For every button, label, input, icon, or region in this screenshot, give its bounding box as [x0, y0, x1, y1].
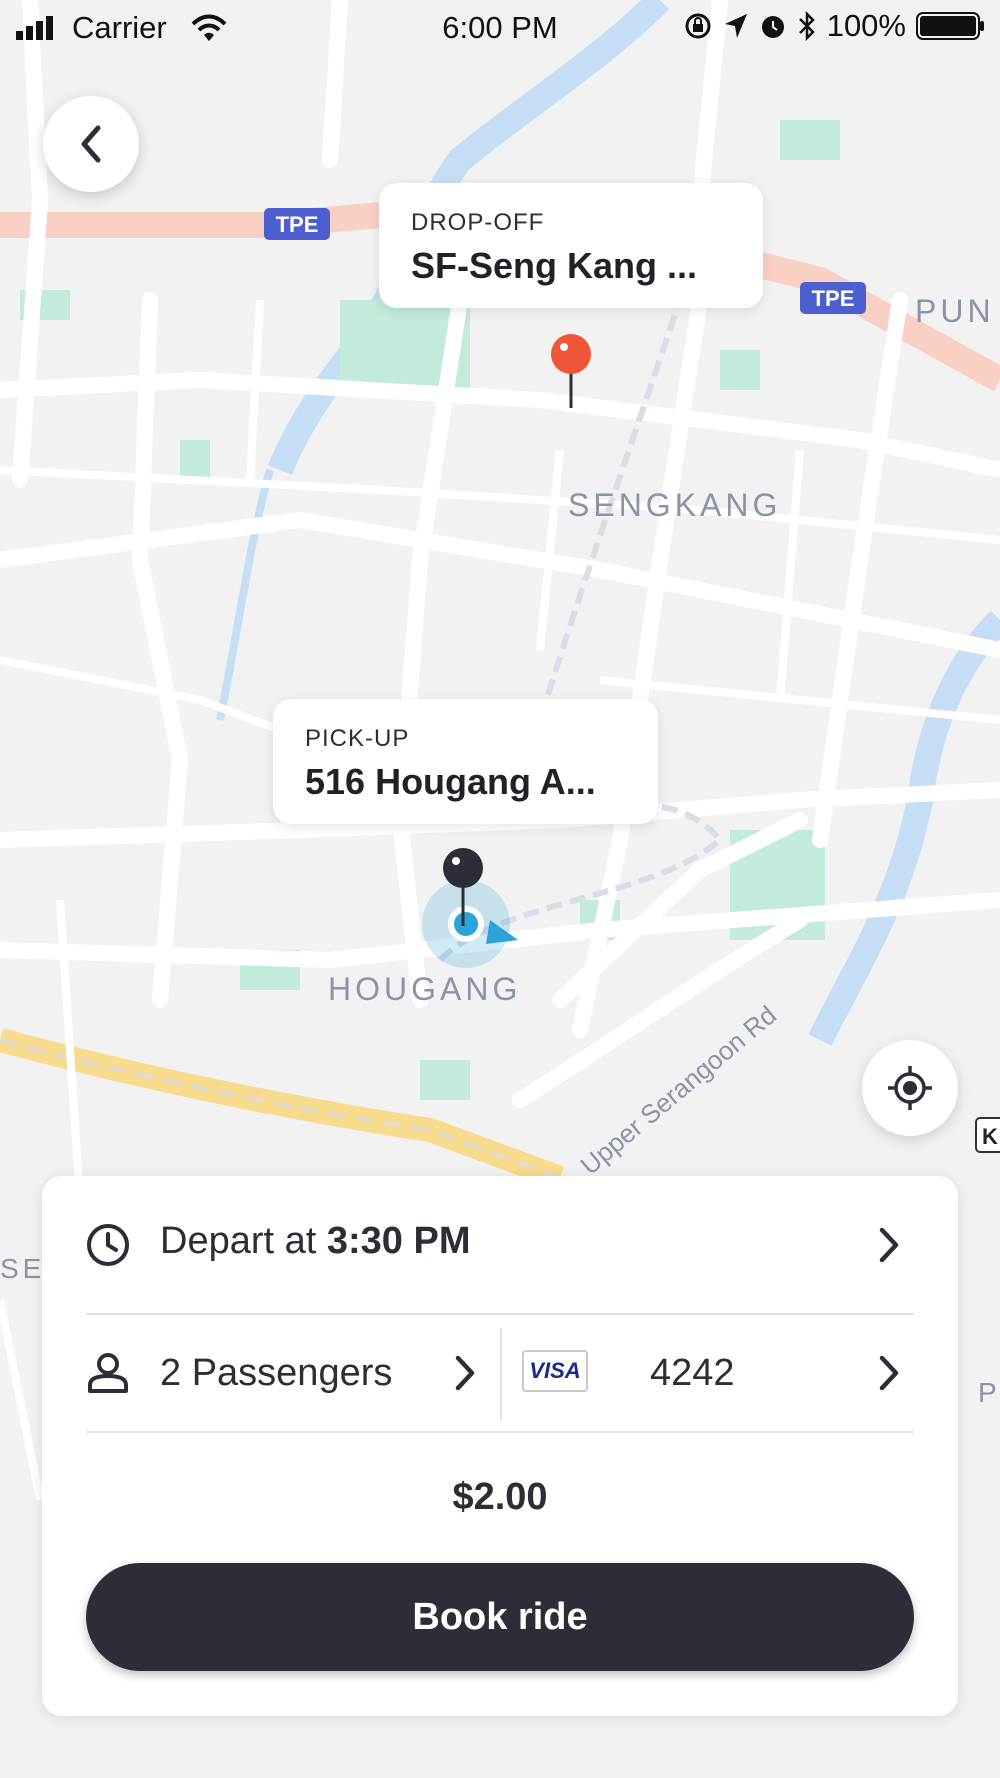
chevron-left-icon	[81, 125, 101, 163]
map-label-edge: SE	[0, 1253, 45, 1284]
expressway-badge: TPE	[264, 208, 330, 240]
depart-prefix: Depart at	[160, 1220, 317, 1262]
payment-selector[interactable]: VISA 4242	[502, 1314, 958, 1432]
person-icon	[88, 1353, 128, 1393]
map-label-pun: PUN	[915, 293, 995, 329]
map-label-edge: P	[978, 1377, 997, 1408]
alarm-icon	[761, 16, 784, 38]
map-label-edge: K	[982, 1124, 998, 1149]
clock-icon	[87, 1224, 129, 1266]
map-label-tpe: TPE	[276, 212, 319, 237]
battery-percent: 100%	[826, 8, 906, 43]
location-arrow-icon	[724, 14, 747, 38]
map-label-hougang: HOUGANG	[328, 971, 521, 1007]
pickup-address: 516 Hougang A...	[305, 761, 596, 802]
passengers-payment-row: 2 Passengers VISA 4242	[42, 1314, 958, 1432]
dropoff-label: DROP-OFF	[411, 209, 545, 236]
depart-time-row[interactable]: Depart at 3:30 PM	[42, 1176, 958, 1314]
battery-icon	[916, 12, 984, 40]
bluetooth-icon	[798, 11, 815, 41]
card-last4: 4242	[650, 1352, 735, 1394]
booking-panel: Depart at 3:30 PM 2 Passengers VISA 4242	[42, 1176, 958, 1716]
map-label-tpe: TPE	[812, 286, 855, 311]
visa-card-icon: VISA	[522, 1350, 588, 1392]
depart-text: Depart at 3:30 PM	[160, 1220, 471, 1263]
orientation-lock-icon	[685, 13, 711, 39]
pickup-card[interactable]: PICK-UP 516 Hougang A...	[273, 699, 658, 824]
chevron-right-icon	[879, 1227, 899, 1263]
chevron-right-icon	[455, 1355, 475, 1391]
expressway-badge: TPE	[800, 282, 866, 314]
book-ride-button[interactable]: Book ride	[86, 1563, 914, 1671]
back-button[interactable]	[43, 96, 139, 192]
passengers-count: 2 Passengers	[160, 1352, 393, 1394]
divider	[86, 1431, 914, 1433]
depart-time: 3:30 PM	[326, 1220, 471, 1262]
passengers-selector[interactable]: 2 Passengers	[42, 1314, 500, 1432]
status-bar: Carrier 6:00 PM 100%	[0, 0, 1000, 56]
map-label-sengkang: SENGKANG	[568, 487, 781, 523]
crosshair-icon	[888, 1066, 932, 1110]
pickup-label: PICK-UP	[305, 725, 410, 752]
fare-price: $2.00	[452, 1476, 548, 1518]
recenter-button[interactable]	[862, 1040, 958, 1136]
chevron-right-icon	[879, 1355, 899, 1391]
dropoff-card[interactable]: DROP-OFF SF-Seng Kang ...	[379, 183, 763, 308]
dropoff-address: SF-Seng Kang ...	[411, 245, 698, 286]
